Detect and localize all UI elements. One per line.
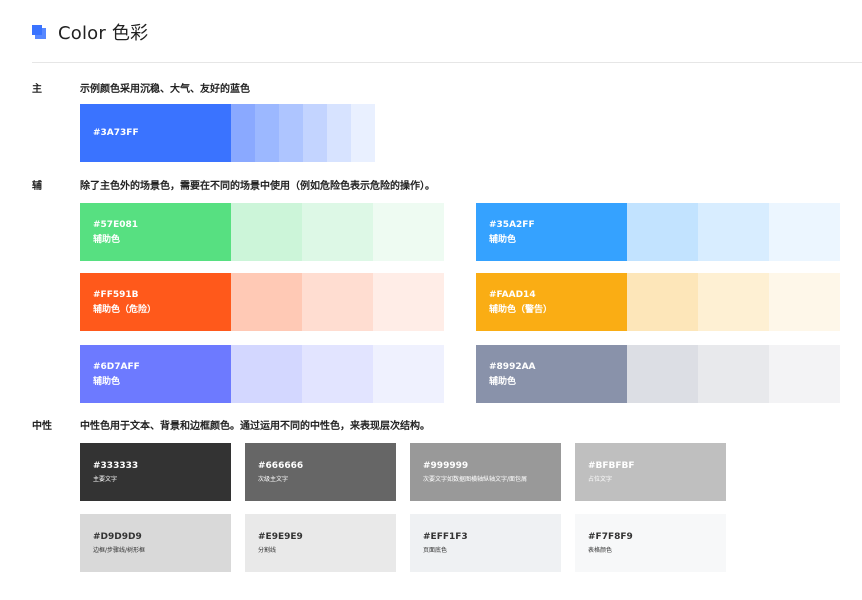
tint-2 (302, 345, 373, 403)
swatch-hex: #EFF1F3 (423, 532, 468, 542)
secondary-row: #57E081 辅助色 (80, 203, 444, 261)
tint-3 (373, 273, 444, 331)
swatch-hex: #6D7AFF (93, 362, 140, 372)
primary-palette: #3A73FF (80, 104, 375, 162)
swatch-name: 分割线 (258, 547, 277, 554)
neutral-swatch: #666666 次级主文字 (245, 443, 396, 501)
swatch-name: 边框/步骤线/树形框 (93, 547, 146, 554)
secondary-row: #8992AA 辅助色 (476, 345, 840, 403)
tint-2 (698, 273, 769, 331)
swatch-hex: #E9E9E9 (258, 532, 303, 542)
neutral-description: 中性色用于文本、背景和边框颜色。通过运用不同的中性色，来表现层次结构。 (80, 421, 430, 432)
neutral-swatch: #E9E9E9 分割线 (245, 514, 396, 572)
secondary-swatch: #FAAD14 辅助色（警告） (476, 273, 627, 331)
swatch-hex: #57E081 (93, 220, 138, 230)
swatch-name: 辅助色 (93, 377, 121, 387)
tint-3 (373, 345, 444, 403)
tint-1 (231, 273, 302, 331)
secondary-swatch: #8992AA 辅助色 (476, 345, 627, 403)
tint-1 (627, 203, 698, 261)
tint-2 (302, 203, 373, 261)
secondary-label: 辅 (32, 181, 42, 192)
secondary-swatch: #57E081 辅助色 (80, 203, 231, 261)
swatch-name: 辅助色 (489, 377, 517, 387)
neutral-swatch: #BFBFBF 占位文字 (575, 443, 726, 501)
tint-2 (698, 203, 769, 261)
secondary-swatch: #6D7AFF 辅助色 (80, 345, 231, 403)
header-divider (32, 62, 862, 63)
tint-1 (627, 273, 698, 331)
tint-3 (769, 273, 840, 331)
primary-shade-2 (255, 104, 279, 162)
tint-3 (769, 203, 840, 261)
swatch-name: 次要文字如数据图横轴纵轴文字/面包屑 (423, 476, 528, 483)
swatch-hex: #FAAD14 (489, 290, 536, 300)
secondary-swatch: #FF591B 辅助色（危险） (80, 273, 231, 331)
primary-description: 示例颜色采用沉稳、大气、友好的蓝色 (80, 84, 250, 95)
tint-1 (231, 345, 302, 403)
primary-shade-3 (279, 104, 303, 162)
neutral-swatch: #333333 主要文字 (80, 443, 231, 501)
neutral-swatch: #F7F8F9 表格颜色 (575, 514, 726, 572)
primary-label: 主 (32, 84, 42, 95)
swatch-hex: #8992AA (489, 362, 536, 372)
swatch-name: 辅助色 (93, 235, 121, 245)
secondary-row: #35A2FF 辅助色 (476, 203, 840, 261)
swatch-name: 辅助色（警告） (489, 305, 553, 315)
tint-2 (302, 273, 373, 331)
page-title: Color 色彩 (58, 23, 149, 44)
swatch-hex: #35A2FF (489, 220, 535, 230)
swatch-name: 辅助色 (489, 235, 517, 245)
swatch-hex: #F7F8F9 (588, 532, 633, 542)
swatch-name: 占位文字 (588, 476, 613, 483)
swatch-name: 表格颜色 (588, 547, 613, 554)
swatch-hex: #999999 (423, 461, 469, 471)
swatch-hex: #D9D9D9 (93, 532, 142, 542)
swatch-hex: #666666 (258, 461, 304, 471)
secondary-description: 除了主色外的场景色，需要在不同的场景中使用（例如危险色表示危险的操作）。 (80, 181, 435, 192)
secondary-row: #FF591B 辅助色（危险） (80, 273, 444, 331)
primary-hex: #3A73FF (93, 128, 139, 138)
tint-2 (698, 345, 769, 403)
swatch-name: 主要文字 (93, 476, 118, 483)
secondary-row: #FAAD14 辅助色（警告） (476, 273, 840, 331)
logo-icon (32, 25, 46, 39)
primary-shade-4 (303, 104, 327, 162)
primary-shade-5 (327, 104, 351, 162)
tint-1 (627, 345, 698, 403)
tint-3 (373, 203, 444, 261)
primary-shade-6 (351, 104, 375, 162)
swatch-name: 页面底色 (423, 547, 448, 554)
neutral-swatch: #EFF1F3 页面底色 (410, 514, 561, 572)
swatch-hex: #BFBFBF (588, 461, 635, 471)
tint-3 (769, 345, 840, 403)
primary-shade-1 (231, 104, 255, 162)
secondary-row: #6D7AFF 辅助色 (80, 345, 444, 403)
neutral-label: 中性 (32, 421, 52, 432)
swatch-name: 次级主文字 (258, 476, 289, 483)
neutral-swatch: #999999 次要文字如数据图横轴纵轴文字/面包屑 (410, 443, 561, 501)
primary-swatch: #3A73FF (80, 104, 231, 162)
swatch-hex: #333333 (93, 461, 139, 471)
page-header: Color 色彩 (32, 18, 148, 46)
neutral-swatch: #D9D9D9 边框/步骤线/树形框 (80, 514, 231, 572)
swatch-name: 辅助色（危险） (93, 305, 157, 315)
tint-1 (231, 203, 302, 261)
swatch-hex: #FF591B (93, 290, 139, 300)
secondary-swatch: #35A2FF 辅助色 (476, 203, 627, 261)
